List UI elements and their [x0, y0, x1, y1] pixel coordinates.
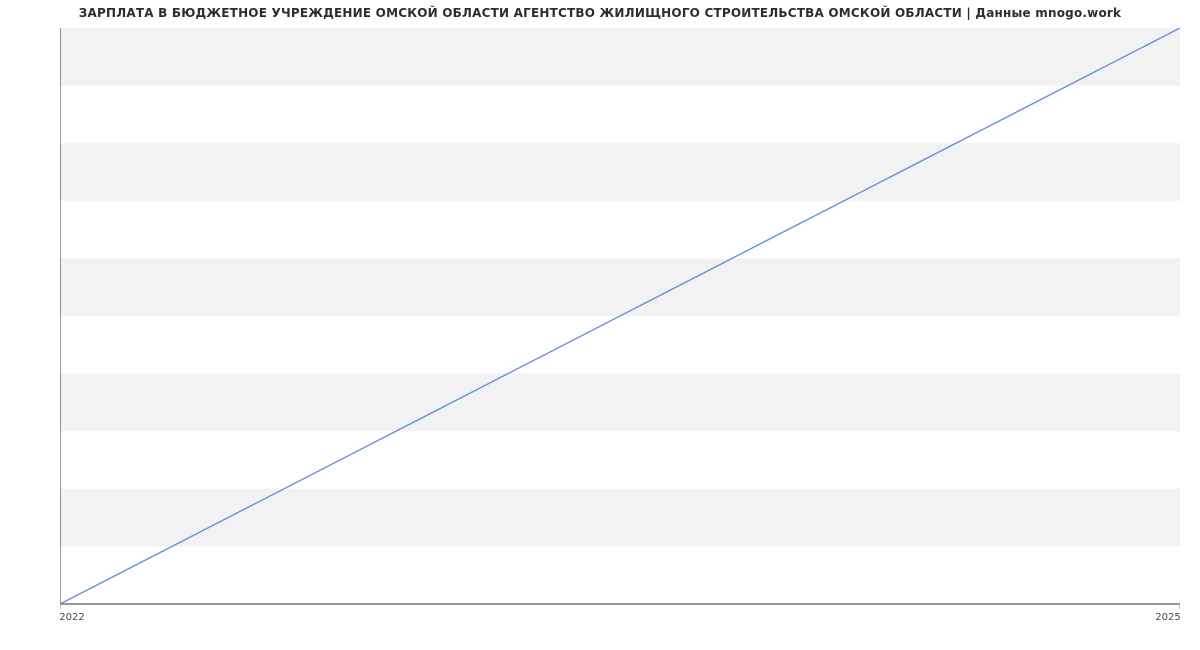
chart-svg: 4000042000440004600048000500005200054000… — [60, 28, 1180, 638]
x-tick-label: 2022 — [60, 612, 85, 623]
chart-container: ЗАРПЛАТА В БЮДЖЕТНОЕ УЧРЕЖДЕНИЕ ОМСКОЙ О… — [0, 0, 1200, 650]
chart-title: ЗАРПЛАТА В БЮДЖЕТНОЕ УЧРЕЖДЕНИЕ ОМСКОЙ О… — [0, 6, 1200, 20]
grid-band — [60, 143, 1180, 201]
grid-band — [60, 28, 1180, 86]
x-tick-label: 2025 — [1155, 612, 1180, 623]
grid-band — [60, 374, 1180, 432]
grid-band — [60, 258, 1180, 316]
plot-area: 4000042000440004600048000500005200054000… — [60, 28, 1180, 604]
